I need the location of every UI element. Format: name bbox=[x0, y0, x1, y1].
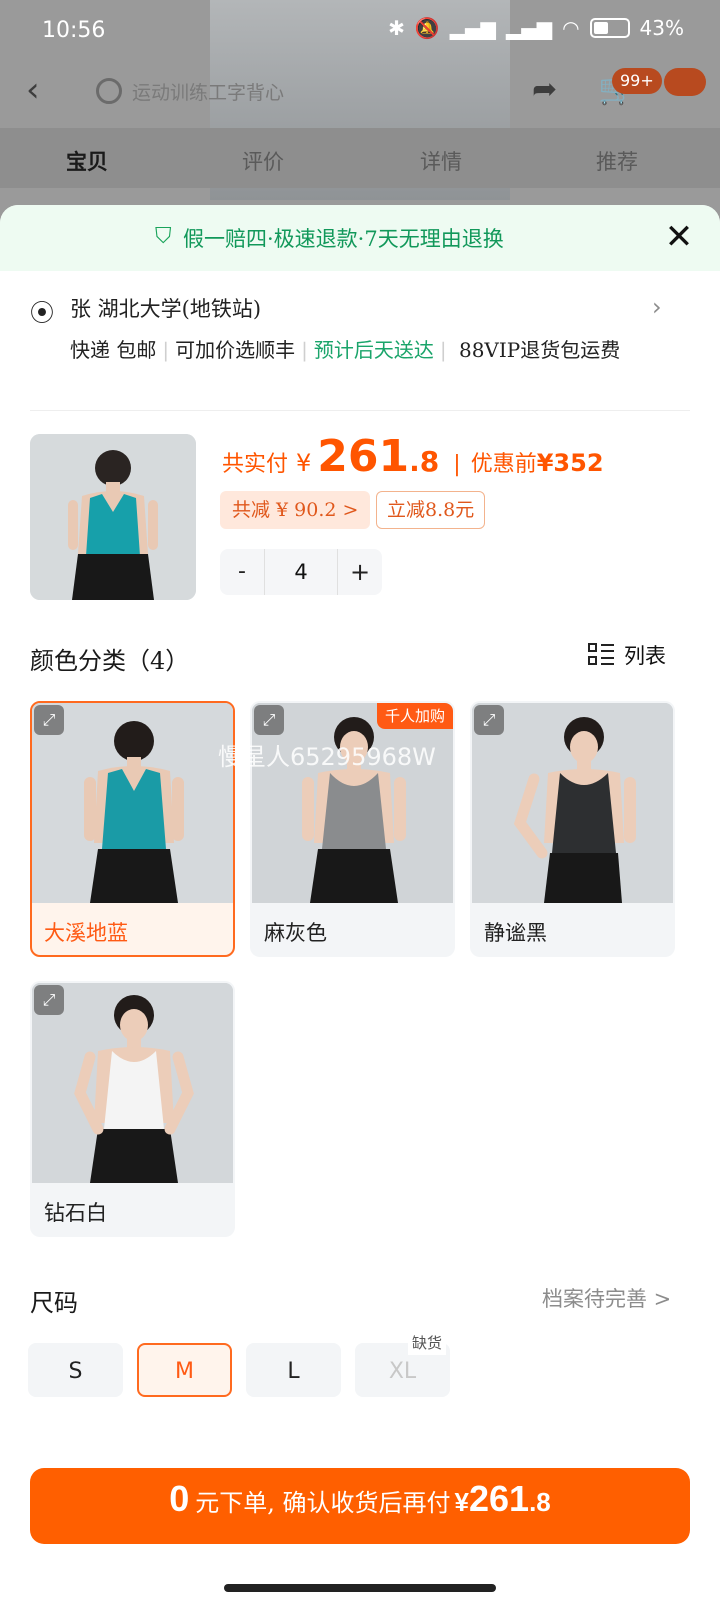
address-row[interactable]: ⦿ 张 湖北大学(地铁站) › 快递 包邮 | 可加价选顺丰 | 预计后天送达 | 88V… bbox=[30, 289, 690, 399]
watermark: 慢星人65295968W bbox=[218, 743, 436, 771]
battery-icon bbox=[589, 18, 630, 38]
tab-reviews[interactable]: 评价 bbox=[242, 146, 284, 176]
price-currency: ¥ bbox=[296, 449, 312, 477]
quantity-increase-button[interactable]: + bbox=[338, 549, 382, 595]
discount-detail-button[interactable]: 共减 ¥ 90.2 > bbox=[220, 491, 371, 529]
tab-details[interactable]: 详情 bbox=[420, 146, 462, 176]
price-integer: 261 bbox=[317, 431, 410, 482]
cta-price-integer: 261 bbox=[469, 1478, 530, 1519]
tab-recommend[interactable]: 推荐 bbox=[596, 146, 638, 176]
quantity-stepper: - 4 + bbox=[220, 549, 382, 595]
search-bar[interactable]: 运动训练工字背心 bbox=[80, 64, 500, 118]
color-option-white[interactable]: ⤢ 钻石白 bbox=[30, 981, 235, 1237]
guarantee-text: 假一赔四·极速退款·7天无理由退换 bbox=[183, 227, 504, 251]
top-nav: ‹ 运动训练工字背心 ➦ 🛒 99+ bbox=[0, 62, 720, 120]
color-option-blue[interactable]: ⤢ 大溪地蓝 bbox=[30, 701, 235, 957]
quantity-value[interactable]: 4 bbox=[264, 549, 338, 595]
size-section-title: 尺码 bbox=[30, 1289, 78, 1317]
expand-icon[interactable]: ⤢ bbox=[254, 705, 284, 735]
expand-icon[interactable]: ⤢ bbox=[34, 985, 64, 1015]
shield-check-icon: ⛉ bbox=[155, 224, 172, 249]
price-separator: | bbox=[453, 452, 461, 477]
wifi-icon: ◠ bbox=[562, 16, 580, 40]
cta-text: 元下单, 确认收货后再付 bbox=[195, 1489, 451, 1517]
expand-icon[interactable]: ⤢ bbox=[34, 705, 64, 735]
color-option-black[interactable]: ⤢ 静谧黑 bbox=[470, 701, 675, 957]
list-view-toggle[interactable]: 列表 bbox=[588, 640, 666, 670]
size-option-m[interactable]: M bbox=[137, 1343, 232, 1397]
color-option-label: 静谧黑 bbox=[484, 921, 547, 945]
popular-badge: 千人加购 bbox=[376, 703, 453, 729]
size-option-s[interactable]: S bbox=[28, 1343, 123, 1397]
out-of-stock-tag: 缺货 bbox=[408, 1331, 447, 1355]
price-label: 共实付 bbox=[222, 452, 289, 477]
signal-2-icon: ▂▄▆ bbox=[505, 16, 553, 40]
bluetooth-icon: ✱ bbox=[388, 16, 405, 40]
cta-currency: ¥ bbox=[454, 1487, 469, 1517]
battery-level: 43% bbox=[639, 16, 684, 40]
back-icon[interactable]: ‹ bbox=[26, 70, 56, 110]
expand-icon[interactable]: ⤢ bbox=[474, 705, 504, 735]
product-tabs: 宝贝 评价 详情 推荐 bbox=[0, 128, 720, 188]
status-time: 10:56 bbox=[42, 18, 106, 43]
price-decimal: .8 bbox=[409, 445, 440, 478]
chevron-right-icon: › bbox=[652, 293, 662, 321]
original-price-label: 优惠前 bbox=[470, 452, 537, 477]
status-icons: ✱ 🔕 ▂▄▆ ▂▄▆ ◠ 43% bbox=[388, 16, 684, 40]
color-option-label: 麻灰色 bbox=[264, 921, 327, 945]
status-bar: 10:56 ✱ 🔕 ▂▄▆ ▂▄▆ ◠ 43% bbox=[0, 0, 720, 64]
coupon-badge: 立减8.8元 bbox=[376, 491, 486, 529]
signal-icon: ▂▄▆ bbox=[449, 16, 496, 40]
place-order-button[interactable]: 0 元下单, 确认收货后再付 ¥ 261 .8 bbox=[30, 1468, 690, 1544]
location-pin-icon: ⦿ bbox=[30, 299, 54, 327]
share-icon[interactable]: ➦ bbox=[532, 72, 572, 112]
list-view-icon bbox=[588, 643, 614, 667]
color-option-label: 钻石白 bbox=[44, 1201, 107, 1225]
original-price: ¥352 bbox=[536, 449, 604, 477]
color-option-label: 大溪地蓝 bbox=[44, 921, 128, 945]
product-thumbnail[interactable] bbox=[30, 434, 196, 600]
cart-badge: 99+ bbox=[612, 68, 662, 94]
delivery-info: 快递 包邮 | 可加价选顺丰 | 预计后天送达 | 88VIP退货包运费 bbox=[70, 338, 621, 362]
quantity-decrease-button[interactable]: - bbox=[220, 549, 264, 595]
shipping-option: 可加价选顺丰 bbox=[175, 338, 296, 362]
size-profile-link[interactable]: 档案待完善 > bbox=[542, 1283, 671, 1313]
color-section-title: 颜色分类（4） bbox=[30, 647, 190, 675]
sku-selector-sheet: ⛉ 假一赔四·极速退款·7天无理由退换 ✕ ⦿ 张 湖北大学(地铁站) › 快递… bbox=[0, 205, 720, 1600]
size-option-l[interactable]: L bbox=[246, 1343, 341, 1397]
divider bbox=[30, 410, 690, 411]
cta-zero: 0 bbox=[169, 1478, 190, 1519]
search-icon bbox=[96, 78, 122, 104]
search-placeholder: 运动训练工字背心 bbox=[132, 82, 285, 104]
address-text: 张 湖北大学(地铁站) bbox=[70, 297, 262, 321]
shipping-text: 快递 包邮 bbox=[70, 338, 157, 362]
price-line: 共实付 ¥ 261 .8 | 优惠前 ¥352 bbox=[222, 431, 604, 483]
mute-icon: 🔕 bbox=[414, 16, 440, 40]
list-view-label: 列表 bbox=[624, 644, 666, 668]
tab-baobei[interactable]: 宝贝 bbox=[66, 146, 108, 176]
cta-price-decimal: .8 bbox=[529, 1487, 551, 1517]
home-indicator[interactable] bbox=[224, 1584, 496, 1592]
message-icon[interactable] bbox=[664, 68, 706, 96]
vip-return-text: 88VIP退货包运费 bbox=[458, 338, 621, 362]
delivery-eta: 预计后天送达 bbox=[313, 338, 434, 362]
guarantee-banner: ⛉ 假一赔四·极速退款·7天无理由退换 ✕ bbox=[0, 205, 720, 271]
close-icon[interactable]: ✕ bbox=[661, 219, 697, 255]
